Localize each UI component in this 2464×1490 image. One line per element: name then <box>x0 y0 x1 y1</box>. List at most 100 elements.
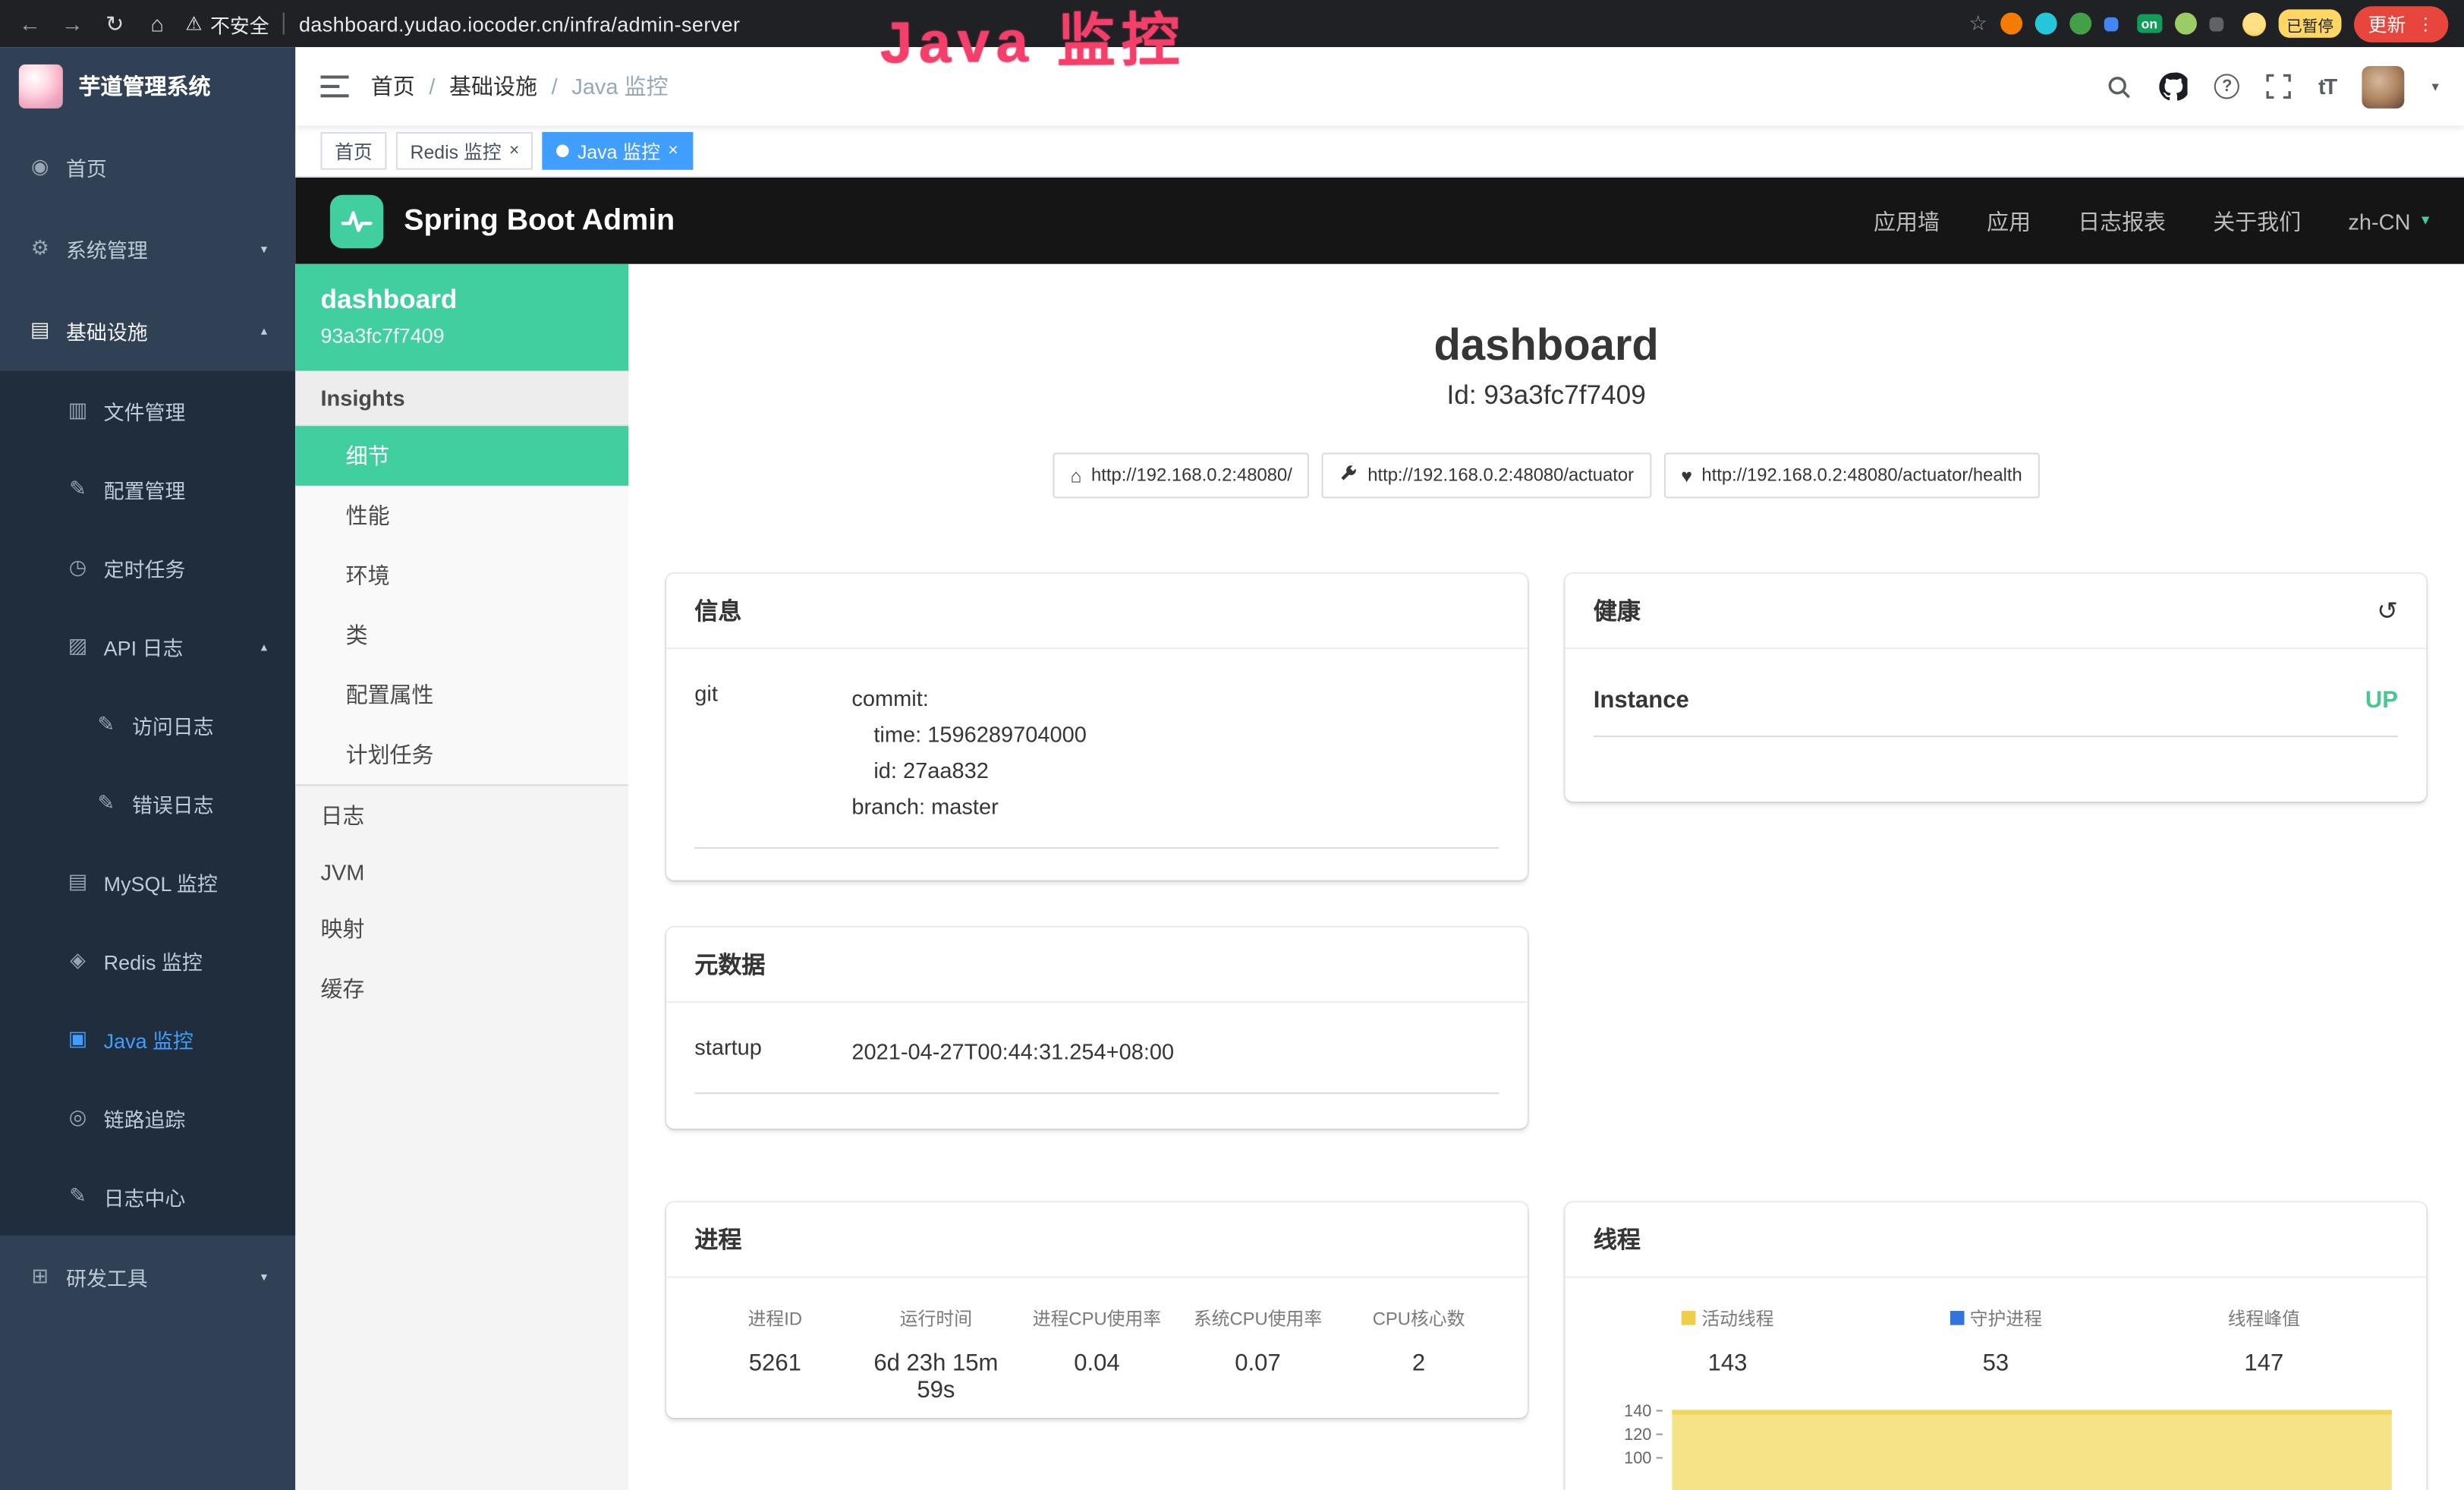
sidebar-item-files[interactable]: ▥ 文件管理 <box>0 371 295 450</box>
instance-nav-scheduled-tasks[interactable]: 计划任务 <box>295 725 628 785</box>
breadcrumb-section: 基础设施 <box>449 71 537 102</box>
threads-card: 线程 活动线程 143 守护进程 <box>1566 1202 2427 1490</box>
sidebar-item-tracing[interactable]: ◎ 链路追踪 <box>0 1079 295 1158</box>
instance-nav-environment[interactable]: 环境 <box>295 546 628 606</box>
help-icon[interactable]: ? <box>2214 74 2239 99</box>
extension-icon-green[interactable] <box>2069 13 2091 35</box>
tag-redis[interactable]: Redis 监控 × <box>396 132 533 170</box>
sidebar-item-jobs[interactable]: ◷ 定时任务 <box>0 528 295 607</box>
sidebar-item-redis[interactable]: ◈ Redis 监控 <box>0 921 295 1000</box>
user-avatar[interactable] <box>2362 65 2405 108</box>
divider <box>283 13 285 35</box>
browser-update-button[interactable]: 更新 ⋮ <box>2354 5 2448 42</box>
breadcrumb-home[interactable]: 首页 <box>371 71 415 102</box>
database-icon: ▤ <box>66 869 90 894</box>
breadcrumb-current: Java 监控 <box>571 71 668 102</box>
insights-group: 细节 性能 环境 类 配置属性 计划任务 <box>295 426 628 786</box>
sba-language-select[interactable]: zh-CN ▾ <box>2348 208 2429 233</box>
sidebar-item-java-monitor[interactable]: ▣ Java 监控 <box>0 1000 295 1079</box>
sidebar-item-infra[interactable]: ▤ 基础设施 ▴ <box>0 289 295 371</box>
sidebar-item-home[interactable]: ◉ 首页 <box>0 126 295 208</box>
paused-badge: 已暂停 <box>2279 9 2342 37</box>
metric-value: 2 <box>1339 1350 1499 1377</box>
sidebar-item-label: 定时任务 <box>104 553 186 582</box>
admin-sidebar: 芋道管理系统 ◉ 首页 ⚙ 系统管理 ▾ ▤ 基础设施 ▴ ▥ 文件管理 <box>0 47 295 1490</box>
sidebar-item-mysql[interactable]: ▤ MySQL 监控 <box>0 843 295 921</box>
menu-dots-icon[interactable]: ⋮ <box>2417 14 2434 34</box>
fullscreen-icon[interactable] <box>2267 74 2292 99</box>
warning-icon: ⚠ <box>185 13 202 35</box>
tag-java-monitor[interactable]: Java 监控 × <box>543 132 692 170</box>
sidebar-item-config[interactable]: ✎ 配置管理 <box>0 449 295 528</box>
instance-header[interactable]: dashboard 93a3fc7f7409 <box>295 264 628 371</box>
reload-icon[interactable]: ↻ <box>101 10 129 36</box>
sidebar-item-label: Redis 监控 <box>104 946 203 975</box>
forward-icon[interactable]: → <box>58 11 87 36</box>
home-icon[interactable]: ⌂ <box>143 11 171 36</box>
sba-header: Spring Boot Admin 应用墙 应用 日志报表 关于我们 zh-CN… <box>295 178 2464 264</box>
metric-label: 进程ID <box>694 1306 855 1331</box>
sidebar-item-log-center[interactable]: ✎ 日志中心 <box>0 1157 295 1236</box>
extension-puzzle-icon[interactable] <box>2210 17 2224 31</box>
history-icon[interactable]: ↺ <box>2377 595 2398 626</box>
sidebar-item-access-log[interactable]: ✎ 访问日志 <box>0 685 295 764</box>
extension-icon-blue-grid[interactable] <box>2104 17 2118 31</box>
instance-nav-mappings[interactable]: 映射 <box>295 899 628 959</box>
address-bar[interactable]: dashboard.yudao.iocoder.cn/infra/admin-s… <box>299 12 740 36</box>
sidebar-item-label: 研发工具 <box>66 1262 148 1291</box>
instance-nav-details[interactable]: 细节 <box>295 426 628 486</box>
tag-home[interactable]: 首页 <box>320 132 386 170</box>
sidebar-item-label: 首页 <box>66 152 107 181</box>
extension-icon-leaf[interactable] <box>2175 13 2197 35</box>
metric-value: 53 <box>1861 1350 2129 1377</box>
breadcrumb-separator: / <box>552 74 558 99</box>
github-icon[interactable] <box>2160 72 2188 100</box>
screen: ← → ↻ ⌂ ⚠ 不安全 dashboard.yudao.iocoder.cn… <box>0 0 2464 1490</box>
back-icon[interactable]: ← <box>16 11 44 36</box>
hamburger-icon[interactable] <box>320 75 348 97</box>
tags-bar: 首页 Redis 监控 × Java 监控 × <box>295 126 2464 178</box>
instance-nav-jvm[interactable]: JVM <box>295 846 628 899</box>
language-label: zh-CN <box>2348 208 2410 233</box>
chart-y-axis: 140 120 100 <box>1594 1402 1666 1473</box>
instance-id: 93a3fc7f7409 <box>320 324 603 348</box>
sidebar-item-label: 文件管理 <box>104 395 186 425</box>
insights-group-title: Insights <box>295 371 628 426</box>
metric-value: 143 <box>1594 1350 1861 1377</box>
sba-nav-applications[interactable]: 应用 <box>1987 205 2031 236</box>
actuator-url-link[interactable]: http://192.168.0.2:48080/actuator <box>1322 452 1651 498</box>
caret-down-icon[interactable]: ▾ <box>2431 78 2438 96</box>
sidebar-item-devtools[interactable]: ⊞ 研发工具 ▾ <box>0 1236 295 1318</box>
sidebar-item-label: 基础设施 <box>66 315 148 345</box>
extension-face-icon[interactable] <box>2242 12 2266 36</box>
search-icon[interactable] <box>2106 73 2132 99</box>
sidebar-item-api-log[interactable]: ▨ API 日志 ▴ <box>0 606 295 685</box>
git-row: git commit: time: 1596289704000 id: 27aa… <box>694 662 1499 849</box>
health-url-link[interactable]: ♥ http://192.168.0.2:48080/actuator/heal… <box>1663 452 2039 498</box>
extension-icon-teal[interactable] <box>2034 13 2056 35</box>
sba-nav-about[interactable]: 关于我们 <box>2213 205 2301 236</box>
page-title: dashboard <box>666 320 2426 370</box>
instance-nav-logs[interactable]: 日志 <box>295 786 628 846</box>
bookmark-star-icon[interactable]: ☆ <box>1969 11 1987 36</box>
instance-nav-performance[interactable]: 性能 <box>295 486 628 546</box>
metric-label: CPU核心数 <box>1339 1306 1499 1331</box>
instance-nav-config-props[interactable]: 配置属性 <box>295 665 628 725</box>
sidebar-item-error-log[interactable]: ✎ 错误日志 <box>0 764 295 843</box>
instance-nav-classes[interactable]: 类 <box>295 605 628 665</box>
instance-name: dashboard <box>320 285 603 316</box>
chevron-down-icon: ▾ <box>2422 213 2429 230</box>
extension-on-badge[interactable]: on <box>2136 14 2162 33</box>
instance-nav-caches[interactable]: 缓存 <box>295 959 628 1019</box>
app-logo[interactable]: 芋道管理系统 <box>0 47 295 126</box>
service-url-link[interactable]: ⌂ http://192.168.0.2:48080/ <box>1053 452 1310 498</box>
font-size-icon[interactable]: tT <box>2318 74 2336 99</box>
sidebar-item-system[interactable]: ⚙ 系统管理 ▾ <box>0 207 295 289</box>
close-icon[interactable]: × <box>509 142 519 159</box>
process-card: 进程 进程ID 5261 运行时间 <box>666 1202 1528 1418</box>
security-indicator[interactable]: ⚠ 不安全 <box>185 8 269 38</box>
sba-nav-wallboard[interactable]: 应用墙 <box>1874 205 1940 236</box>
close-icon[interactable]: × <box>668 142 678 159</box>
extension-icon-orange[interactable] <box>2000 13 2022 35</box>
sba-nav-journal[interactable]: 日志报表 <box>2078 205 2166 236</box>
